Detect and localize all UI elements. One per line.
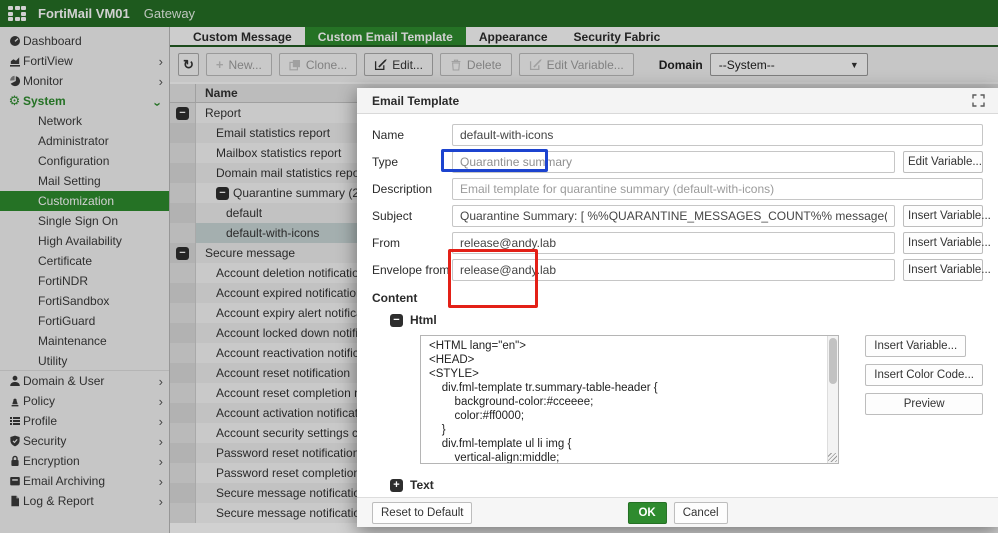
html-code-text: <HTML lang="en"> <HEAD> <STYLE> div.fml-…	[421, 336, 838, 464]
html-code-editor[interactable]: <HTML lang="en"> <HEAD> <STYLE> div.fml-…	[420, 335, 839, 464]
expand-plus-icon[interactable]: +	[390, 479, 403, 492]
name-label: Name	[372, 128, 452, 142]
type-input[interactable]	[452, 151, 895, 173]
insert-variable-from-button[interactable]: Insert Variable...	[903, 232, 983, 254]
resize-handle[interactable]	[828, 453, 837, 462]
content-button-stack: Insert Variable... Insert Color Code... Pr…	[865, 335, 983, 464]
scrollbar-thumb[interactable]	[829, 338, 837, 384]
text-section-header: + Text	[390, 478, 983, 492]
insert-variable-envelope-button[interactable]: Insert Variable...	[903, 259, 983, 281]
insert-variable-button[interactable]: Insert Variable...	[865, 335, 966, 357]
edit-variable-button[interactable]: Edit Variable...	[903, 151, 983, 173]
from-input[interactable]	[452, 232, 895, 254]
description-label: Description	[372, 182, 452, 196]
ok-button[interactable]: OK	[627, 502, 666, 524]
collapse-minus-icon[interactable]: −	[390, 314, 403, 327]
content-section-label: Content	[372, 291, 983, 305]
name-input[interactable]	[452, 124, 983, 146]
preview-button[interactable]: Preview	[865, 393, 983, 415]
dialog-footer: Reset to Default OK Cancel	[357, 497, 998, 527]
type-label: Type	[372, 155, 452, 169]
dialog-body: Name Type Edit Variable... Description S…	[357, 114, 998, 497]
envelope-from-input[interactable]	[452, 259, 895, 281]
text-section-label: Text	[410, 478, 434, 492]
insert-color-code-button[interactable]: Insert Color Code...	[865, 364, 983, 386]
editor-scrollbar[interactable]	[827, 336, 838, 463]
insert-variable-subject-button[interactable]: Insert Variable...	[903, 205, 983, 227]
description-input[interactable]	[452, 178, 983, 200]
fortimail-app-window: FortiMail VM01 Gateway Dashboard FortiVi…	[0, 0, 998, 533]
subject-label: Subject	[372, 209, 452, 223]
cancel-button[interactable]: Cancel	[674, 502, 728, 524]
from-label: From	[372, 236, 452, 250]
email-template-dialog: Email Template Name Type Edit Variable..…	[357, 88, 998, 527]
reset-to-default-button[interactable]: Reset to Default	[372, 502, 472, 524]
html-section-header: − Html	[390, 313, 983, 327]
subject-input[interactable]	[452, 205, 895, 227]
dialog-header: Email Template	[357, 88, 998, 114]
fullscreen-icon[interactable]	[970, 93, 986, 109]
envelope-from-label: Envelope from	[372, 263, 452, 277]
html-section-label: Html	[410, 313, 437, 327]
dialog-title: Email Template	[372, 94, 970, 108]
